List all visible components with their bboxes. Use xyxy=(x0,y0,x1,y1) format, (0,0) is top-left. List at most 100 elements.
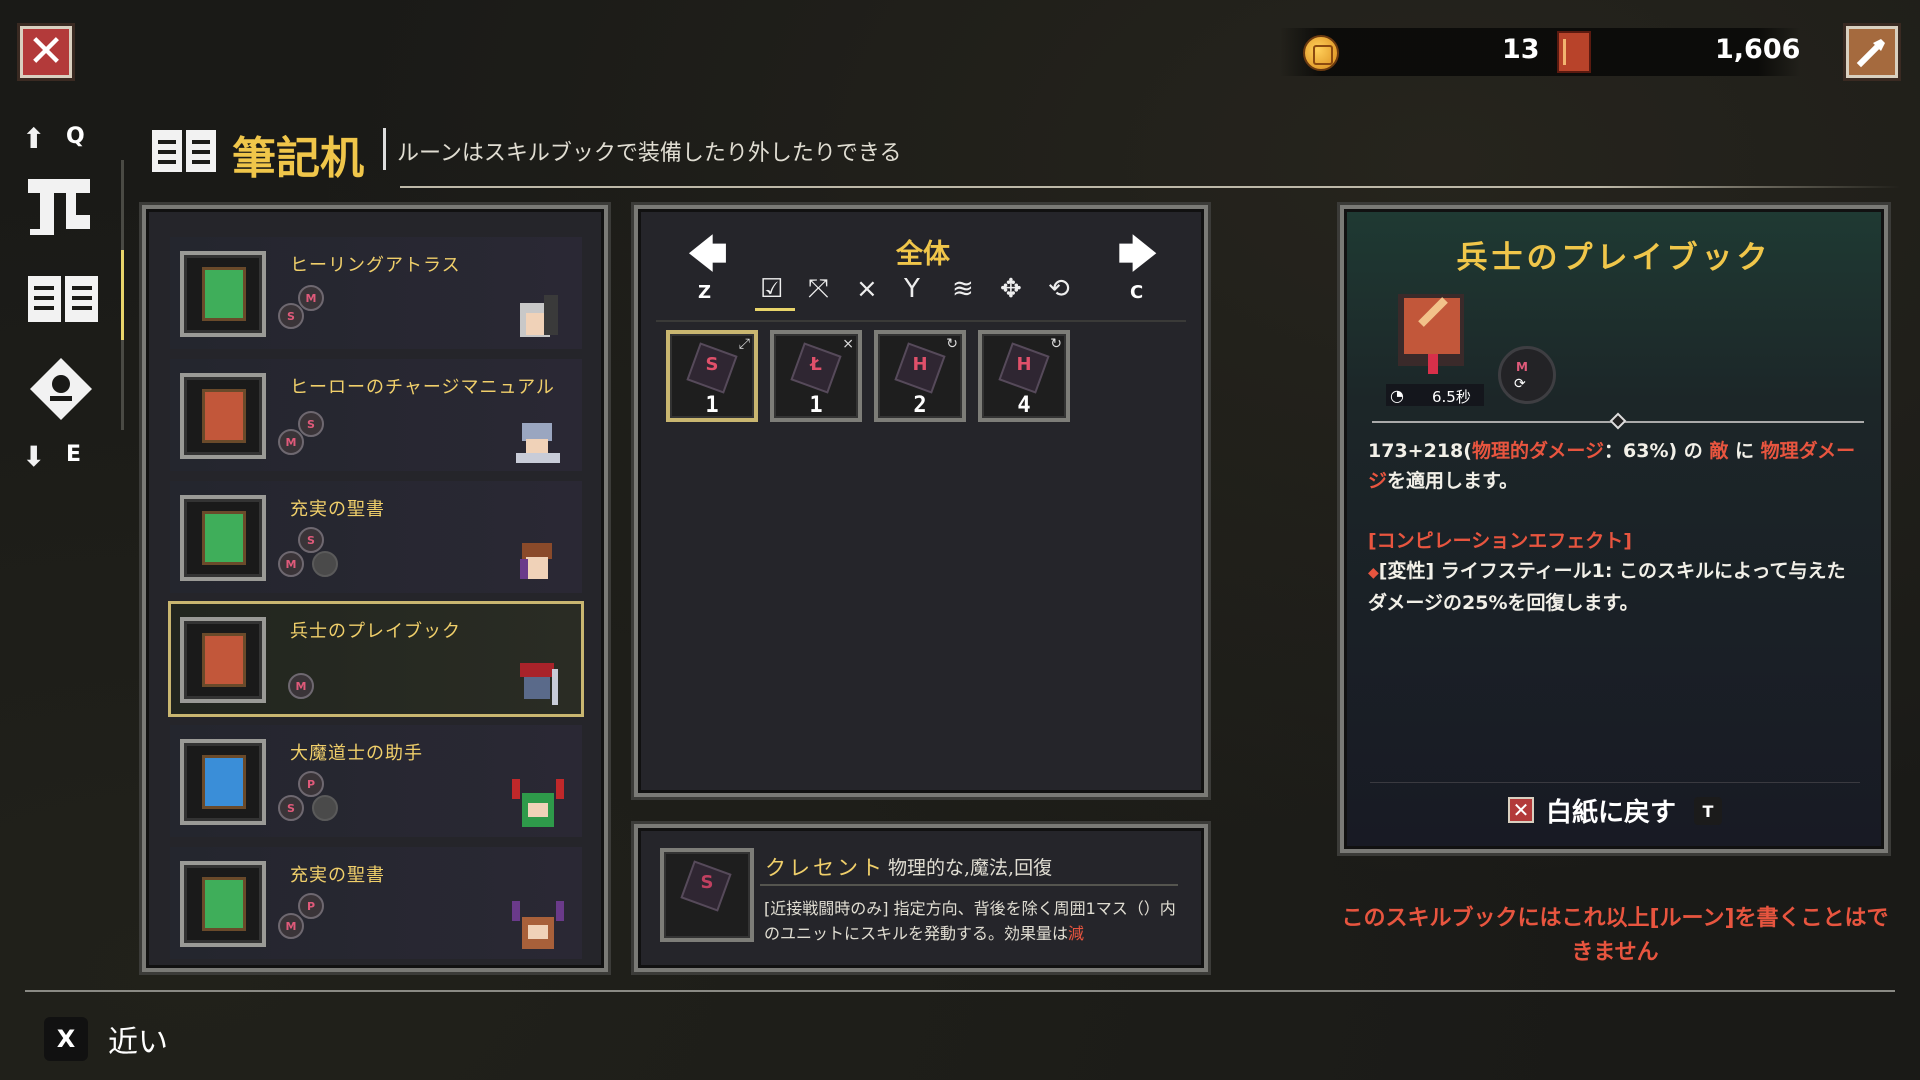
skillbook-item[interactable]: 充実の聖書 S M xyxy=(170,481,582,593)
effect-header: [コンピレーションエフェクト] xyxy=(1368,530,1632,552)
stat-name: 物理的ダメージ xyxy=(1471,440,1605,462)
filter-wave-icon[interactable]: ≋ xyxy=(952,274,974,304)
selected-rune-preview: S xyxy=(660,848,754,942)
nav-tab-writing-desk[interactable] xyxy=(26,270,100,328)
hero-portrait xyxy=(512,779,564,827)
book-icon xyxy=(202,877,246,931)
close-icon: ✕ xyxy=(27,26,65,77)
bonus-damage: 218( xyxy=(1423,440,1472,462)
skillbook-name: 兵士のプレイブック xyxy=(290,621,461,642)
rune-socket: S xyxy=(298,411,324,437)
warning-message: このスキルブックにはこれ以上[ルーン]を書くことはできません xyxy=(1341,906,1889,965)
skillbook-list-panel: ヒーリングアトラス S M ヒーローのチャージマニュアル M S 充実の聖書 S… xyxy=(142,205,608,972)
book-icon xyxy=(202,755,246,809)
skillbook-item-selected[interactable]: 兵士のプレイブック M xyxy=(168,601,584,717)
connector-text: に xyxy=(1728,440,1761,462)
book-icon xyxy=(202,267,246,321)
plus-sign: + xyxy=(1407,440,1424,462)
equipped-rune-glyph: M xyxy=(1516,360,1528,374)
rune-type-icon: ⨯ xyxy=(842,336,854,352)
cooldown-time: 6.5秒 xyxy=(1432,388,1471,406)
cycle-icon: ⟳ xyxy=(1514,376,1526,392)
stat-percent: ：63%) xyxy=(1604,440,1678,462)
wrench-icon xyxy=(1856,39,1885,68)
rune-count: 4 xyxy=(1017,393,1031,418)
rune-socket: M xyxy=(298,285,324,311)
empty-rune-socket xyxy=(312,551,338,577)
rune-category-title: 全体 xyxy=(896,239,950,270)
page-count: 1,606 xyxy=(1715,34,1801,65)
book-icon xyxy=(202,389,246,443)
skillbook-item[interactable]: 大魔道士の助手 P S xyxy=(170,725,582,837)
skillbook-name: ヒーリングアトラス xyxy=(290,255,461,276)
close-label[interactable]: 近い xyxy=(108,1017,168,1061)
close-key[interactable]: X xyxy=(44,1017,88,1061)
rune-description: [近接戦闘時のみ] 指定方向、背後を除く周囲1マス（）内のユニットにスキルを発動… xyxy=(764,896,1184,946)
base-damage: 173 xyxy=(1368,440,1408,462)
rune-socket: P xyxy=(298,771,324,797)
coin-count: 13 xyxy=(1502,34,1540,65)
rune-socket: M xyxy=(288,673,314,699)
rune-glyph: H xyxy=(1016,354,1032,375)
target-enemy: 敵 xyxy=(1709,440,1729,462)
rune-socket: M xyxy=(278,551,304,577)
filter-cross-icon[interactable]: ⨯ xyxy=(856,274,878,304)
rune-socket: M xyxy=(278,913,304,939)
page-title: 筆記机 xyxy=(232,133,364,184)
rune-slot[interactable]: H ↻ 2 xyxy=(874,330,966,422)
effect-text: [変性] ライフスティール1: このスキルによって与えたダメージの25%を回復し… xyxy=(1368,560,1846,614)
hero-portrait xyxy=(520,543,552,579)
empty-rune-socket xyxy=(312,795,338,821)
effect-diamond-icon: ◆ xyxy=(1368,565,1379,581)
reset-button[interactable]: 白紙に戻す xyxy=(1546,792,1676,829)
skillbook-name: 大魔道士の助手 xyxy=(290,743,423,764)
filter-area-icon[interactable]: ⤧ xyxy=(808,274,829,305)
hero-portrait xyxy=(520,663,558,705)
rune-count: 1 xyxy=(705,393,719,418)
reset-key: T xyxy=(1694,797,1722,825)
settings-button[interactable] xyxy=(1843,23,1901,81)
arrow-down-icon: ⬇ xyxy=(22,440,46,473)
close-button[interactable]: ✕ xyxy=(17,23,75,81)
book-icon xyxy=(202,633,246,687)
rune-socket: P xyxy=(298,893,324,919)
hero-portrait xyxy=(520,295,558,337)
filter-spread-icon[interactable]: ✥ xyxy=(1000,274,1022,304)
equipped-rune-socket[interactable] xyxy=(1498,346,1556,404)
header-rule xyxy=(400,186,1900,188)
skillbook-icon xyxy=(1398,294,1464,374)
skillbook-item[interactable]: 充実の聖書 P M xyxy=(170,847,582,959)
skillbook-slot xyxy=(180,739,266,825)
skillbook-name: 充実の聖書 xyxy=(290,499,385,520)
nav-down-key: E xyxy=(66,442,82,467)
rune-count: 1 xyxy=(809,393,823,418)
rune-slot[interactable]: H ↻ 4 xyxy=(978,330,1070,422)
rune-count: 2 xyxy=(913,393,927,418)
rune-glyph: H xyxy=(912,354,928,375)
filter-all-icon[interactable]: ☑ xyxy=(760,274,783,304)
skillbook-item[interactable]: ヒーローのチャージマニュアル M S xyxy=(170,359,582,471)
filter-cycle-icon[interactable]: ⟲ xyxy=(1048,274,1070,304)
connector-text: の xyxy=(1677,440,1710,462)
skillbook-slot xyxy=(180,251,266,337)
rune-type-icon: ↻ xyxy=(946,336,958,352)
filter-split-icon[interactable]: Y xyxy=(904,274,920,304)
skillbook-slot xyxy=(180,617,266,703)
rune-desc-divider xyxy=(760,884,1178,886)
coin-icon xyxy=(1303,35,1339,71)
rune-glyph: S xyxy=(700,872,714,893)
skillbook-name: ヒーローのチャージマニュアル xyxy=(290,377,555,398)
reset-x-icon: ✕ xyxy=(1508,797,1534,823)
rune-type-icon: ⤢ xyxy=(738,336,750,352)
skillbook-slot xyxy=(180,861,266,947)
effect-text-row: ◆[変性] ライフスティール1: このスキルによって与えたダメージの25%を回復… xyxy=(1368,556,1856,618)
skillbook-item[interactable]: ヒーリングアトラス S M xyxy=(170,237,582,349)
nav-tab-rune[interactable] xyxy=(28,356,94,422)
rune-slot[interactable]: Ł ⨯ 1 xyxy=(770,330,862,422)
rune-name: クレセント xyxy=(765,856,885,880)
nav-tab-anvil[interactable] xyxy=(26,173,100,237)
filter-selection-underline xyxy=(755,308,795,311)
rune-glyph: Ł xyxy=(810,354,822,375)
rune-slot[interactable]: S ⤢ 1 xyxy=(666,330,758,422)
hero-portrait xyxy=(512,901,564,949)
